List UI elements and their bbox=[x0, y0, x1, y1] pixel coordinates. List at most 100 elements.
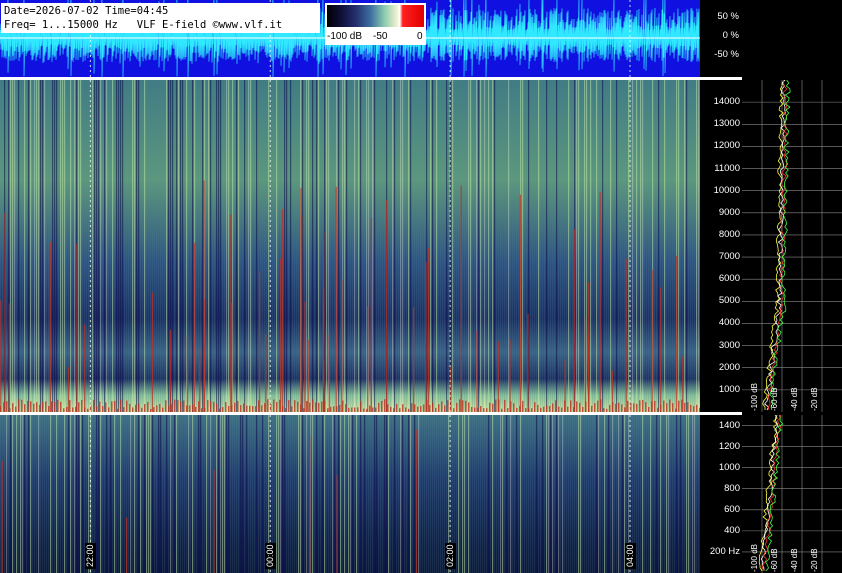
spectrogram-streak bbox=[194, 415, 196, 573]
impulse-mark bbox=[42, 401, 44, 412]
spectrogram-streak bbox=[312, 80, 314, 412]
spectrogram-streak bbox=[642, 415, 644, 573]
impulse-mark bbox=[301, 215, 303, 412]
spectrogram-streak bbox=[234, 80, 236, 412]
spectrogram-streak bbox=[656, 415, 658, 573]
frequency-tick-label: 11000 bbox=[714, 162, 740, 174]
spectrogram-streak bbox=[650, 80, 652, 412]
impulse-mark bbox=[280, 258, 282, 412]
spectrogram-streak bbox=[432, 415, 434, 573]
spectrogram-streak bbox=[122, 80, 124, 412]
spectrogram-streak bbox=[224, 80, 226, 412]
spectrogram-streak bbox=[150, 80, 152, 412]
impulse-mark bbox=[135, 404, 137, 412]
spectrogram-streak bbox=[16, 415, 18, 573]
spectrogram-streak bbox=[386, 415, 388, 573]
spectrogram-streak bbox=[656, 80, 658, 412]
spectrogram-streak bbox=[334, 415, 336, 573]
impulse-mark bbox=[45, 401, 47, 412]
spectrogram-streak bbox=[132, 415, 134, 573]
impulse-mark bbox=[76, 243, 78, 412]
spectrogram-streak bbox=[316, 80, 318, 412]
spectrogram-streak bbox=[188, 80, 190, 412]
impulse-mark bbox=[381, 400, 383, 412]
spectrogram-streak bbox=[534, 415, 536, 573]
spectrogram-streak bbox=[602, 80, 604, 412]
spectrogram-streak bbox=[242, 415, 244, 573]
spectrogram-streak bbox=[218, 415, 220, 573]
spectrogram-streak bbox=[410, 80, 412, 412]
spectrogram-streak bbox=[158, 415, 160, 573]
spectrogram-streak bbox=[492, 415, 494, 573]
spectrogram-streak bbox=[42, 80, 44, 412]
spectrogram-streak bbox=[514, 80, 516, 412]
spectrogram-streak bbox=[530, 80, 532, 412]
spectrogram-streak bbox=[64, 80, 66, 412]
spectrogram-streak bbox=[54, 415, 56, 573]
spectrogram-streak bbox=[498, 415, 500, 573]
spectrogram-streak bbox=[88, 80, 90, 412]
spectrogram-streak bbox=[208, 80, 210, 412]
spectrogram-streak bbox=[240, 415, 242, 573]
impulse-mark bbox=[579, 402, 581, 412]
spectrogram-streak bbox=[96, 415, 98, 573]
impulse-mark bbox=[186, 336, 189, 412]
frequency-tick-label: 8000 bbox=[718, 228, 740, 240]
spectrogram-streak bbox=[650, 415, 652, 573]
impulse-mark bbox=[216, 404, 218, 412]
spectrogram-streak bbox=[234, 415, 236, 573]
spectrogram-streak bbox=[172, 415, 174, 573]
spectrogram-streak bbox=[238, 415, 240, 573]
spectrogram-streak bbox=[594, 80, 596, 412]
spectrogram-streak bbox=[160, 80, 162, 412]
impulse-mark bbox=[618, 402, 620, 412]
spectrogram-streak bbox=[390, 415, 392, 573]
frequency-tick-label: 5000 bbox=[718, 295, 740, 307]
spectrogram-streak bbox=[558, 80, 560, 412]
spectrogram-streak bbox=[190, 80, 192, 412]
impulse-mark bbox=[81, 399, 83, 412]
spectrogram-streak bbox=[580, 415, 582, 573]
spectrogram-streak bbox=[254, 80, 256, 412]
spectrogram-streak bbox=[430, 415, 432, 573]
spectrogram-streak bbox=[362, 415, 364, 573]
spectrogram-streak bbox=[250, 80, 252, 412]
impulse-mark bbox=[297, 401, 299, 412]
db-tick-label: -60 dB bbox=[770, 548, 779, 572]
impulse-mark bbox=[636, 403, 638, 412]
spectrogram-streak bbox=[50, 415, 52, 573]
spectrogram-streak bbox=[204, 415, 206, 573]
impulse-mark bbox=[243, 403, 245, 412]
spectrogram-streak bbox=[602, 415, 604, 573]
spectrogram-streak bbox=[314, 80, 316, 412]
impulse-mark bbox=[427, 248, 430, 412]
impulse-mark bbox=[309, 402, 311, 412]
impulse-mark bbox=[678, 400, 680, 412]
impulse-mark bbox=[321, 401, 323, 412]
spectrogram-streak bbox=[164, 80, 166, 412]
spectrogram-streak bbox=[484, 80, 486, 412]
spectrogram-streak bbox=[588, 415, 590, 573]
spectrogram-streak bbox=[520, 415, 522, 573]
spectrogram-streak bbox=[276, 80, 278, 412]
spectrogram-streak bbox=[612, 80, 614, 412]
impulse-mark bbox=[651, 401, 653, 412]
spectrogram-streak bbox=[56, 415, 58, 573]
spectrogram-streak bbox=[238, 80, 240, 412]
spectrogram-streak bbox=[394, 415, 396, 573]
impulse-mark bbox=[584, 318, 587, 412]
spectrogram-streak bbox=[216, 415, 218, 573]
spectrogram-streak bbox=[664, 415, 666, 573]
spectrogram-streak bbox=[606, 80, 608, 412]
spectrogram-streak bbox=[114, 80, 116, 412]
spectrogram-streak bbox=[540, 415, 542, 573]
spectrogram-streak bbox=[678, 415, 680, 573]
impulse-mark bbox=[234, 402, 236, 412]
impulse-mark bbox=[336, 475, 338, 573]
spectrogram-streak bbox=[178, 80, 180, 412]
spectrogram-streak bbox=[692, 415, 694, 573]
spectrogram-streak bbox=[144, 415, 146, 573]
spectrogram-streak bbox=[382, 415, 384, 573]
spectrogram-streak bbox=[68, 80, 70, 412]
spectrogram-streak bbox=[452, 80, 454, 412]
